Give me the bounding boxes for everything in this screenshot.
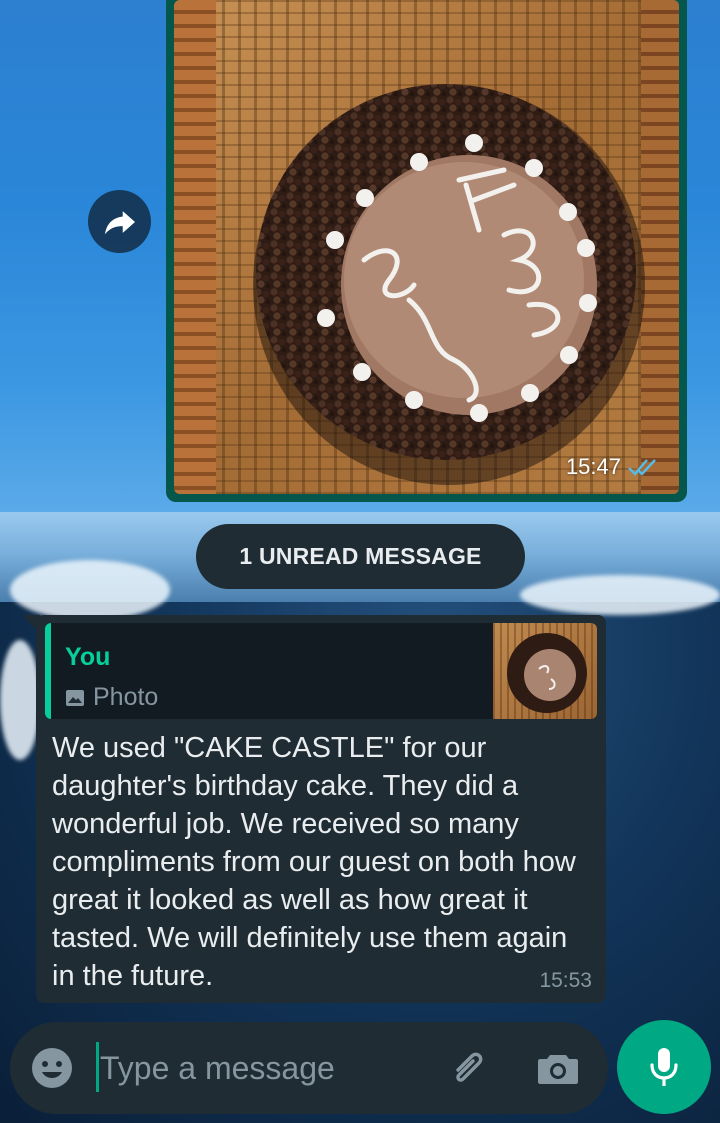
image-meta: 15:47 (566, 454, 657, 480)
quote-thumbnail (493, 623, 597, 719)
quote-type-label: Photo (93, 683, 159, 711)
unread-label: 1 UNREAD MESSAGE (239, 543, 482, 569)
cloud-decoration (0, 640, 40, 760)
message-composer (10, 1022, 608, 1114)
image-timestamp: 15:47 (565, 454, 621, 479)
message-text: We used "CAKE CASTLE" for our daughter's… (52, 732, 576, 992)
received-message[interactable]: You Photo We used "CAKE CASTLE" for our … (36, 615, 606, 1003)
attach-button[interactable] (446, 1046, 492, 1095)
quote-accent-bar (45, 623, 51, 719)
quote-author: You (65, 643, 111, 671)
emoji-button[interactable] (30, 1046, 74, 1095)
unread-messages-divider: 1 UNREAD MESSAGE (196, 524, 525, 589)
emoji-icon (32, 1048, 72, 1088)
image-icon (66, 689, 84, 706)
microphone-icon (650, 1048, 678, 1086)
cake-image (253, 84, 645, 485)
cloud-decoration (520, 575, 720, 615)
cloud-decoration (10, 560, 170, 620)
sent-image-message[interactable]: 15:47 (166, 0, 687, 502)
double-check-read-icon (628, 459, 656, 476)
quote-cake-thumbnail (507, 633, 587, 713)
message-input[interactable] (100, 1044, 430, 1092)
camera-button[interactable] (536, 1046, 580, 1095)
quoted-message[interactable]: You Photo (45, 623, 597, 719)
message-timestamp: 15:53 (539, 969, 592, 992)
forward-icon (104, 210, 135, 234)
forward-button[interactable] (88, 190, 151, 253)
quote-type: Photo (65, 683, 158, 712)
cake-photo[interactable]: 15:47 (174, 0, 679, 494)
camera-icon (538, 1055, 578, 1084)
text-caret (96, 1042, 99, 1092)
paperclip-icon (456, 1052, 483, 1082)
voice-message-button[interactable] (617, 1020, 711, 1114)
